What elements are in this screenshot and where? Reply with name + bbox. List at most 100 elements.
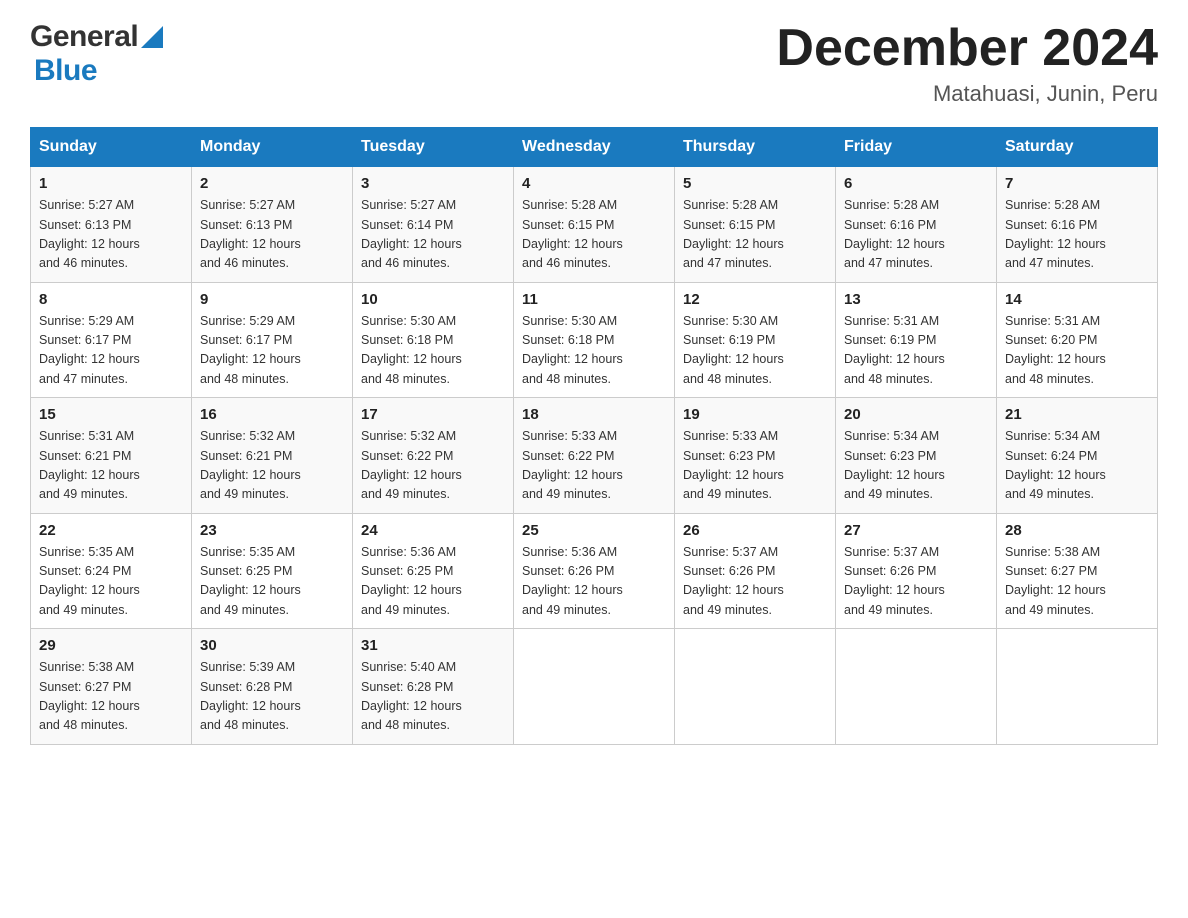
day-number: 12: [683, 291, 827, 308]
calendar-week-row: 8 Sunrise: 5:29 AMSunset: 6:17 PMDaylight…: [31, 282, 1158, 398]
calendar-header-tuesday: Tuesday: [353, 128, 514, 167]
calendar-cell: 26Sunrise: 5:37 AMSunset: 6:26 PMDayligh…: [675, 513, 836, 629]
day-number: 7: [1005, 175, 1149, 192]
day-number: 13: [844, 291, 988, 308]
day-info: Sunrise: 5:28 AMSunset: 6:16 PMDaylight:…: [844, 196, 988, 274]
day-info: Sunrise: 5:37 AMSunset: 6:26 PMDaylight:…: [844, 543, 988, 621]
day-info: Sunrise: 5:33 AMSunset: 6:23 PMDaylight:…: [683, 427, 827, 505]
day-number: 22: [39, 522, 183, 539]
calendar-week-row: 22 Sunrise: 5:35 AMSunset: 6:24 PMDayligh…: [31, 513, 1158, 629]
day-info: Sunrise: 5:37 AMSunset: 6:26 PMDaylight:…: [683, 543, 827, 621]
day-number: 19: [683, 406, 827, 423]
day-number: 27: [844, 522, 988, 539]
calendar-cell: 1 Sunrise: 5:27 AMSunset: 6:13 PMDaylight…: [31, 167, 192, 283]
day-number: 2: [200, 175, 344, 192]
day-number: 23: [200, 522, 344, 539]
calendar-week-row: 15Sunrise: 5:31 AMSunset: 6:21 PMDayligh…: [31, 398, 1158, 514]
calendar-cell: [675, 629, 836, 745]
day-info: Sunrise: 5:38 AMSunset: 6:27 PMDaylight:…: [39, 658, 183, 736]
day-info: Sunrise: 5:31 AMSunset: 6:21 PMDaylight:…: [39, 427, 183, 505]
day-number: 3: [361, 175, 505, 192]
day-number: 25: [522, 522, 666, 539]
day-info: Sunrise: 5:35 AMSunset: 6:24 PMDaylight:…: [39, 543, 183, 621]
calendar-cell: 8Sunrise: 5:29 AMSunset: 6:17 PMDaylight…: [31, 282, 192, 398]
calendar-cell: 12 Sunrise: 5:30 AMSunset: 6:19 PMDayligh…: [675, 282, 836, 398]
logo-triangle-icon: [141, 26, 163, 48]
calendar-cell: 6 Sunrise: 5:28 AMSunset: 6:16 PMDaylight…: [836, 167, 997, 283]
day-info: Sunrise: 5:39 AMSunset: 6:28 PMDaylight:…: [200, 658, 344, 736]
calendar-cell: 17 Sunrise: 5:32 AMSunset: 6:22 PMDayligh…: [353, 398, 514, 514]
day-number: 16: [200, 406, 344, 423]
calendar-header-friday: Friday: [836, 128, 997, 167]
calendar-cell: 27 Sunrise: 5:37 AMSunset: 6:26 PMDayligh…: [836, 513, 997, 629]
day-info: Sunrise: 5:29 AMSunset: 6:17 PMDaylight:…: [200, 312, 344, 390]
day-info: Sunrise: 5:34 AMSunset: 6:23 PMDaylight:…: [844, 427, 988, 505]
day-info: Sunrise: 5:31 AMSunset: 6:20 PMDaylight:…: [1005, 312, 1149, 390]
day-number: 1: [39, 175, 183, 192]
day-number: 28: [1005, 522, 1149, 539]
day-number: 6: [844, 175, 988, 192]
day-info: Sunrise: 5:27 AMSunset: 6:13 PMDaylight:…: [39, 196, 183, 274]
logo-icon: General: [30, 20, 163, 54]
calendar-cell: 3 Sunrise: 5:27 AMSunset: 6:14 PMDaylight…: [353, 167, 514, 283]
day-info: Sunrise: 5:27 AMSunset: 6:13 PMDaylight:…: [200, 196, 344, 274]
calendar-cell: 22 Sunrise: 5:35 AMSunset: 6:24 PMDayligh…: [31, 513, 192, 629]
calendar-cell: 18 Sunrise: 5:33 AMSunset: 6:22 PMDayligh…: [514, 398, 675, 514]
day-info: Sunrise: 5:32 AMSunset: 6:22 PMDaylight:…: [361, 427, 505, 505]
day-info: Sunrise: 5:34 AMSunset: 6:24 PMDaylight:…: [1005, 427, 1149, 505]
calendar-table: SundayMondayTuesdayWednesdayThursdayFrid…: [30, 127, 1158, 745]
day-number: 30: [200, 637, 344, 654]
calendar-week-row: 1 Sunrise: 5:27 AMSunset: 6:13 PMDaylight…: [31, 167, 1158, 283]
day-info: Sunrise: 5:30 AMSunset: 6:18 PMDaylight:…: [361, 312, 505, 390]
logo-blue-text: Blue: [34, 54, 97, 87]
day-info: Sunrise: 5:40 AMSunset: 6:28 PMDaylight:…: [361, 658, 505, 736]
calendar-week-row: 29 Sunrise: 5:38 AMSunset: 6:27 PMDayligh…: [31, 629, 1158, 745]
calendar-cell: 30 Sunrise: 5:39 AMSunset: 6:28 PMDayligh…: [192, 629, 353, 745]
day-number: 9: [200, 291, 344, 308]
day-number: 20: [844, 406, 988, 423]
day-number: 29: [39, 637, 183, 654]
title-section: December 2024 Matahuasi, Junin, Peru: [776, 20, 1158, 107]
calendar-cell: 29 Sunrise: 5:38 AMSunset: 6:27 PMDayligh…: [31, 629, 192, 745]
calendar-cell: 7 Sunrise: 5:28 AMSunset: 6:16 PMDaylight…: [997, 167, 1158, 283]
calendar-cell: 5Sunrise: 5:28 AMSunset: 6:15 PMDaylight…: [675, 167, 836, 283]
day-info: Sunrise: 5:30 AMSunset: 6:18 PMDaylight:…: [522, 312, 666, 390]
day-info: Sunrise: 5:33 AMSunset: 6:22 PMDaylight:…: [522, 427, 666, 505]
calendar-header-wednesday: Wednesday: [514, 128, 675, 167]
day-number: 31: [361, 637, 505, 654]
day-number: 24: [361, 522, 505, 539]
calendar-cell: 28Sunrise: 5:38 AMSunset: 6:27 PMDayligh…: [997, 513, 1158, 629]
day-info: Sunrise: 5:28 AMSunset: 6:15 PMDaylight:…: [683, 196, 827, 274]
calendar-cell: [997, 629, 1158, 745]
day-info: Sunrise: 5:32 AMSunset: 6:21 PMDaylight:…: [200, 427, 344, 505]
day-info: Sunrise: 5:28 AMSunset: 6:15 PMDaylight:…: [522, 196, 666, 274]
day-info: Sunrise: 5:30 AMSunset: 6:19 PMDaylight:…: [683, 312, 827, 390]
day-info: Sunrise: 5:36 AMSunset: 6:26 PMDaylight:…: [522, 543, 666, 621]
day-number: 11: [522, 291, 666, 308]
calendar-cell: 13Sunrise: 5:31 AMSunset: 6:19 PMDayligh…: [836, 282, 997, 398]
day-info: Sunrise: 5:35 AMSunset: 6:25 PMDaylight:…: [200, 543, 344, 621]
page-header: General Blue December 2024 Matahuasi, Ju…: [30, 20, 1158, 107]
day-number: 21: [1005, 406, 1149, 423]
day-number: 10: [361, 291, 505, 308]
calendar-header-sunday: Sunday: [31, 128, 192, 167]
calendar-header-thursday: Thursday: [675, 128, 836, 167]
day-number: 18: [522, 406, 666, 423]
calendar-header-row: SundayMondayTuesdayWednesdayThursdayFrid…: [31, 128, 1158, 167]
calendar-cell: 4Sunrise: 5:28 AMSunset: 6:15 PMDaylight…: [514, 167, 675, 283]
calendar-cell: 23 Sunrise: 5:35 AMSunset: 6:25 PMDayligh…: [192, 513, 353, 629]
calendar-cell: 31 Sunrise: 5:40 AMSunset: 6:28 PMDayligh…: [353, 629, 514, 745]
day-number: 8: [39, 291, 183, 308]
day-info: Sunrise: 5:27 AMSunset: 6:14 PMDaylight:…: [361, 196, 505, 274]
calendar-cell: 2 Sunrise: 5:27 AMSunset: 6:13 PMDaylight…: [192, 167, 353, 283]
calendar-cell: 24Sunrise: 5:36 AMSunset: 6:25 PMDayligh…: [353, 513, 514, 629]
calendar-cell: [836, 629, 997, 745]
day-info: Sunrise: 5:28 AMSunset: 6:16 PMDaylight:…: [1005, 196, 1149, 274]
day-number: 14: [1005, 291, 1149, 308]
calendar-cell: 10 Sunrise: 5:30 AMSunset: 6:18 PMDayligh…: [353, 282, 514, 398]
day-number: 17: [361, 406, 505, 423]
calendar-cell: 15Sunrise: 5:31 AMSunset: 6:21 PMDayligh…: [31, 398, 192, 514]
calendar-cell: 25 Sunrise: 5:36 AMSunset: 6:26 PMDayligh…: [514, 513, 675, 629]
calendar-cell: 21 Sunrise: 5:34 AMSunset: 6:24 PMDayligh…: [997, 398, 1158, 514]
calendar-cell: 11 Sunrise: 5:30 AMSunset: 6:18 PMDayligh…: [514, 282, 675, 398]
